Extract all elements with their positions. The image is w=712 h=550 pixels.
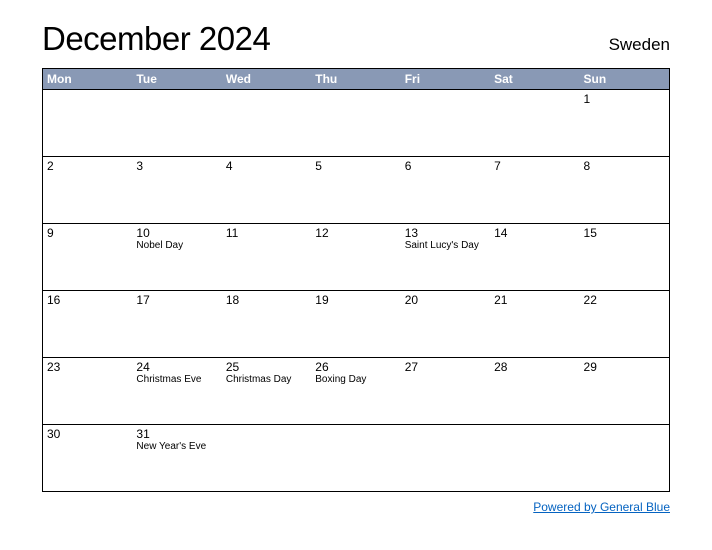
day-cell: 26Boxing Day (311, 358, 400, 424)
calendar-header: December 2024 Sweden (42, 20, 670, 58)
week-row: 16 17 18 19 20 21 22 (43, 290, 669, 357)
day-cell: 6 (401, 157, 490, 223)
day-cell: 27 (401, 358, 490, 424)
day-number: 15 (584, 226, 665, 240)
day-number: 28 (494, 360, 575, 374)
day-number: 30 (47, 427, 128, 441)
day-header: Wed (222, 69, 311, 89)
week-row: 23 24Christmas Eve 25Christmas Day 26Box… (43, 357, 669, 424)
day-number: 22 (584, 293, 665, 307)
day-number: 11 (226, 226, 307, 240)
day-cell: 20 (401, 291, 490, 357)
week-row: 2 3 4 5 6 7 8 (43, 156, 669, 223)
day-cell: 1 (580, 90, 669, 156)
day-cell (401, 425, 490, 491)
day-number: 21 (494, 293, 575, 307)
day-event: Christmas Day (226, 374, 307, 386)
day-event: Christmas Eve (136, 374, 217, 386)
day-cell: 14 (490, 224, 579, 290)
week-row: 1 (43, 89, 669, 156)
day-number: 13 (405, 226, 486, 240)
day-cell (490, 90, 579, 156)
day-cell: 25Christmas Day (222, 358, 311, 424)
day-cell: 24Christmas Eve (132, 358, 221, 424)
day-number: 26 (315, 360, 396, 374)
day-cell: 16 (43, 291, 132, 357)
day-cell: 7 (490, 157, 579, 223)
day-cell (580, 425, 669, 491)
day-cell: 28 (490, 358, 579, 424)
day-cell (43, 90, 132, 156)
day-cell: 11 (222, 224, 311, 290)
day-number: 20 (405, 293, 486, 307)
week-row: 9 10Nobel Day 11 12 13Saint Lucy's Day 1… (43, 223, 669, 290)
day-cell: 4 (222, 157, 311, 223)
day-header: Sat (490, 69, 579, 89)
day-cell (222, 425, 311, 491)
month-title: December 2024 (42, 20, 270, 58)
day-number: 17 (136, 293, 217, 307)
day-number: 10 (136, 226, 217, 240)
day-number: 4 (226, 159, 307, 173)
day-event: New Year's Eve (136, 441, 217, 453)
footer-link[interactable]: Powered by General Blue (533, 500, 670, 514)
day-header: Sun (580, 69, 669, 89)
day-event: Nobel Day (136, 240, 217, 252)
region-label: Sweden (609, 35, 670, 55)
day-number: 29 (584, 360, 665, 374)
day-number: 16 (47, 293, 128, 307)
day-cell: 17 (132, 291, 221, 357)
day-header-row: Mon Tue Wed Thu Fri Sat Sun (43, 69, 669, 89)
day-number: 18 (226, 293, 307, 307)
day-number: 24 (136, 360, 217, 374)
day-number: 5 (315, 159, 396, 173)
day-number: 25 (226, 360, 307, 374)
day-number: 14 (494, 226, 575, 240)
day-cell: 12 (311, 224, 400, 290)
day-cell (311, 90, 400, 156)
day-cell: 29 (580, 358, 669, 424)
day-number: 23 (47, 360, 128, 374)
day-number: 19 (315, 293, 396, 307)
day-number: 31 (136, 427, 217, 441)
day-header: Thu (311, 69, 400, 89)
day-number: 1 (584, 92, 665, 106)
day-cell: 18 (222, 291, 311, 357)
day-number: 27 (405, 360, 486, 374)
day-cell: 5 (311, 157, 400, 223)
day-cell: 3 (132, 157, 221, 223)
day-cell: 23 (43, 358, 132, 424)
day-cell: 21 (490, 291, 579, 357)
day-cell: 15 (580, 224, 669, 290)
calendar-grid: Mon Tue Wed Thu Fri Sat Sun 1 2 3 4 5 6 … (42, 68, 670, 492)
day-number: 7 (494, 159, 575, 173)
day-number: 12 (315, 226, 396, 240)
day-number: 8 (584, 159, 665, 173)
day-number: 2 (47, 159, 128, 173)
day-cell (490, 425, 579, 491)
day-cell: 31New Year's Eve (132, 425, 221, 491)
day-cell: 8 (580, 157, 669, 223)
day-cell: 13Saint Lucy's Day (401, 224, 490, 290)
day-cell: 30 (43, 425, 132, 491)
week-row: 30 31New Year's Eve (43, 424, 669, 491)
day-header: Fri (401, 69, 490, 89)
day-cell: 9 (43, 224, 132, 290)
footer: Powered by General Blue (42, 498, 670, 516)
day-cell (311, 425, 400, 491)
day-cell: 22 (580, 291, 669, 357)
day-event: Boxing Day (315, 374, 396, 386)
day-cell: 10Nobel Day (132, 224, 221, 290)
day-cell: 2 (43, 157, 132, 223)
day-number: 6 (405, 159, 486, 173)
day-cell (132, 90, 221, 156)
day-number: 9 (47, 226, 128, 240)
day-header: Mon (43, 69, 132, 89)
day-number: 3 (136, 159, 217, 173)
day-cell (222, 90, 311, 156)
day-event: Saint Lucy's Day (405, 240, 486, 252)
day-cell (401, 90, 490, 156)
day-header: Tue (132, 69, 221, 89)
day-cell: 19 (311, 291, 400, 357)
